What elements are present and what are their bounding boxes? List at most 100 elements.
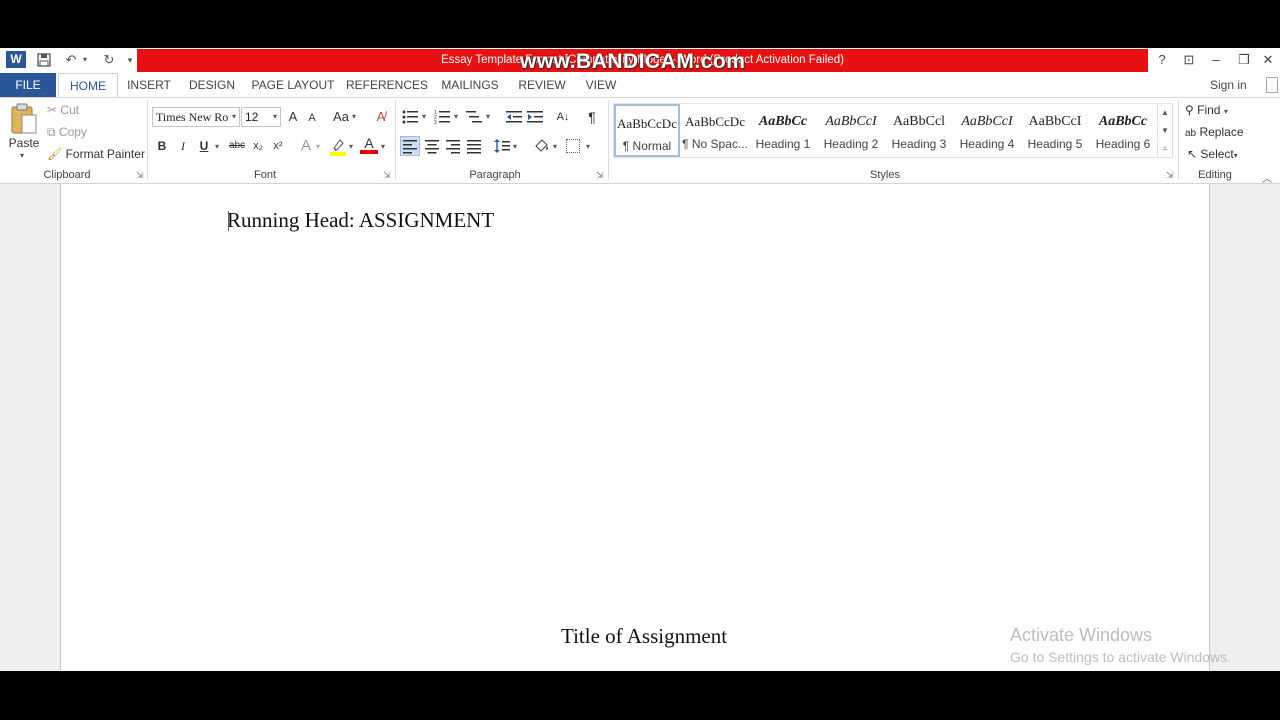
highlight-icon[interactable] — [329, 137, 347, 157]
find-dropdown-icon: ▾ — [1223, 107, 1228, 116]
tab-mailings[interactable]: MAILINGS — [436, 73, 504, 97]
style-heading-3[interactable]: AaBbCcl Heading 3 — [886, 104, 952, 157]
clipboard-launcher-icon[interactable]: ⇲ — [136, 170, 144, 181]
multilevel-dropdown-icon[interactable]: ▾ — [486, 112, 490, 121]
increase-indent-icon[interactable] — [527, 109, 543, 125]
borders-dropdown-icon[interactable]: ▾ — [586, 142, 590, 151]
word-app-icon[interactable]: W — [6, 51, 26, 68]
cut-button[interactable]: ✂ Cut — [47, 101, 79, 119]
grow-font-button[interactable]: A — [285, 107, 301, 127]
shading-dropdown-icon[interactable]: ▾ — [553, 142, 557, 151]
paste-button[interactable]: Paste — [8, 134, 40, 152]
numbering-dropdown-icon[interactable]: ▾ — [454, 112, 458, 121]
replace-button[interactable]: ab Replace — [1185, 123, 1244, 141]
line-spacing-dropdown-icon[interactable]: ▾ — [513, 142, 517, 151]
tab-insert[interactable]: INSERT — [124, 73, 174, 97]
tab-references[interactable]: REFERENCES — [346, 73, 428, 97]
align-left-button[interactable] — [400, 136, 420, 156]
paste-dropdown-icon[interactable]: ▾ — [20, 151, 24, 160]
ribbon-display-options-button[interactable]: ⊡ — [1175, 49, 1203, 71]
numbering-icon[interactable]: 123 — [434, 109, 450, 126]
style-heading-1[interactable]: AaBbCc Heading 1 — [750, 104, 816, 157]
align-right-button[interactable] — [444, 137, 462, 155]
show-formatting-marks-button[interactable]: ¶ — [584, 107, 600, 127]
underline-dropdown-icon[interactable]: ▾ — [215, 142, 219, 151]
italic-button[interactable]: I — [175, 136, 191, 156]
style-heading-4[interactable]: AaBbCcI Heading 4 — [954, 104, 1020, 157]
sign-in-link[interactable]: Sign in — [1210, 73, 1247, 97]
copy-button[interactable]: ⧉ Copy — [47, 123, 87, 141]
borders-icon[interactable] — [566, 139, 580, 153]
styles-scroll-up-icon[interactable]: ▲ — [1157, 104, 1172, 121]
tab-home[interactable]: HOME — [58, 73, 118, 97]
copy-label: Copy — [58, 125, 87, 139]
replace-icon: ab — [1185, 128, 1197, 139]
font-launcher-icon[interactable]: ⇲ — [383, 170, 391, 181]
strikethrough-button[interactable]: abc — [226, 136, 248, 156]
decrease-indent-icon[interactable] — [506, 109, 522, 125]
customize-toolbar-icon[interactable]: ▾ — [124, 50, 136, 70]
style-preview: AaBbCc — [758, 114, 808, 129]
paragraph-launcher-icon[interactable]: ⇲ — [596, 170, 604, 181]
tab-file[interactable]: FILE — [0, 73, 56, 97]
minimize-button[interactable]: – — [1202, 49, 1230, 71]
styles-scroll-down-icon[interactable]: ▼ — [1157, 122, 1172, 139]
find-button[interactable]: ⚲ Find ▾ — [1185, 101, 1228, 119]
bold-button[interactable]: B — [154, 136, 170, 156]
sort-button[interactable]: A↓ — [554, 107, 572, 127]
redo-icon[interactable]: ↻ — [100, 50, 118, 70]
style-normal[interactable]: AaBbCcDc ¶ Normal — [614, 104, 680, 157]
font-name-combobox[interactable]: Times New Ro ▾ — [152, 107, 240, 127]
font-color-button[interactable]: A — [360, 134, 378, 154]
tab-review[interactable]: REVIEW — [514, 73, 570, 97]
format-painter-button[interactable]: 🖌 Format Painter — [47, 145, 145, 163]
save-icon[interactable] — [34, 50, 54, 70]
paste-icon[interactable] — [9, 103, 39, 135]
highlight-dropdown-icon[interactable]: ▾ — [349, 142, 353, 151]
superscript-button[interactable]: x² — [269, 136, 287, 156]
change-case-button[interactable]: Aa — [331, 107, 351, 127]
text-effects-button[interactable]: A — [297, 136, 315, 156]
document-page[interactable] — [60, 184, 1210, 671]
cursor-arrow-icon: ↖ — [1187, 147, 1198, 161]
account-icon[interactable] — [1266, 77, 1278, 93]
help-button[interactable]: ? — [1148, 49, 1176, 71]
bandicam-watermark: www.BANDICAM.com — [520, 50, 746, 73]
style-no-spacing[interactable]: AaBbCcDc ¶ No Spac... — [682, 104, 748, 157]
align-center-button[interactable] — [423, 137, 441, 155]
collapse-ribbon-icon[interactable]: ︿ — [1262, 170, 1272, 185]
subscript-button[interactable]: x₂ — [249, 136, 267, 156]
shrink-font-button[interactable]: A — [305, 108, 319, 128]
text-effects-dropdown-icon[interactable]: ▾ — [316, 142, 320, 151]
style-preview: AaBbCcI — [1028, 114, 1082, 129]
tab-view[interactable]: VIEW — [580, 73, 622, 97]
change-case-dropdown-icon[interactable]: ▾ — [352, 112, 356, 121]
style-heading-6[interactable]: AaBbCc Heading 6 — [1090, 104, 1156, 157]
bullets-icon[interactable] — [402, 109, 418, 125]
line-spacing-icon[interactable] — [494, 137, 510, 155]
undo-dropdown-icon[interactable]: ▾ — [80, 50, 90, 70]
tab-page-layout[interactable]: PAGE LAYOUT — [250, 73, 336, 97]
underline-button[interactable]: U — [196, 136, 212, 156]
close-button[interactable]: ✕ — [1257, 49, 1279, 71]
styles-more-icon[interactable]: ⩡ — [1157, 140, 1172, 157]
assignment-title-text[interactable]: Title of Assignment — [561, 624, 727, 649]
style-heading-5[interactable]: AaBbCcI Heading 5 — [1022, 104, 1088, 157]
clear-formatting-icon[interactable]: A̸ — [372, 107, 390, 127]
styles-launcher-icon[interactable]: ⇲ — [1166, 170, 1174, 181]
running-head-text[interactable]: Running Head: ASSIGNMENT — [227, 208, 494, 233]
justify-button[interactable] — [465, 137, 483, 155]
restore-button[interactable]: ❐ — [1230, 49, 1258, 71]
select-button[interactable]: ↖ Select▾ — [1187, 145, 1238, 163]
bullets-dropdown-icon[interactable]: ▾ — [422, 112, 426, 121]
font-color-dropdown-icon[interactable]: ▾ — [381, 142, 385, 151]
tab-design[interactable]: DESIGN — [184, 73, 240, 97]
shading-icon[interactable] — [533, 137, 551, 155]
font-size-combobox[interactable]: 12 ▾ — [241, 107, 281, 127]
paintbrush-icon: 🖌 — [47, 147, 63, 161]
scissors-icon: ✂ — [47, 103, 58, 117]
multilevel-list-icon[interactable] — [466, 109, 482, 125]
undo-icon[interactable]: ↶ — [62, 50, 80, 70]
style-heading-2[interactable]: AaBbCcI Heading 2 — [818, 104, 884, 157]
style-name: Heading 6 — [1095, 137, 1151, 151]
